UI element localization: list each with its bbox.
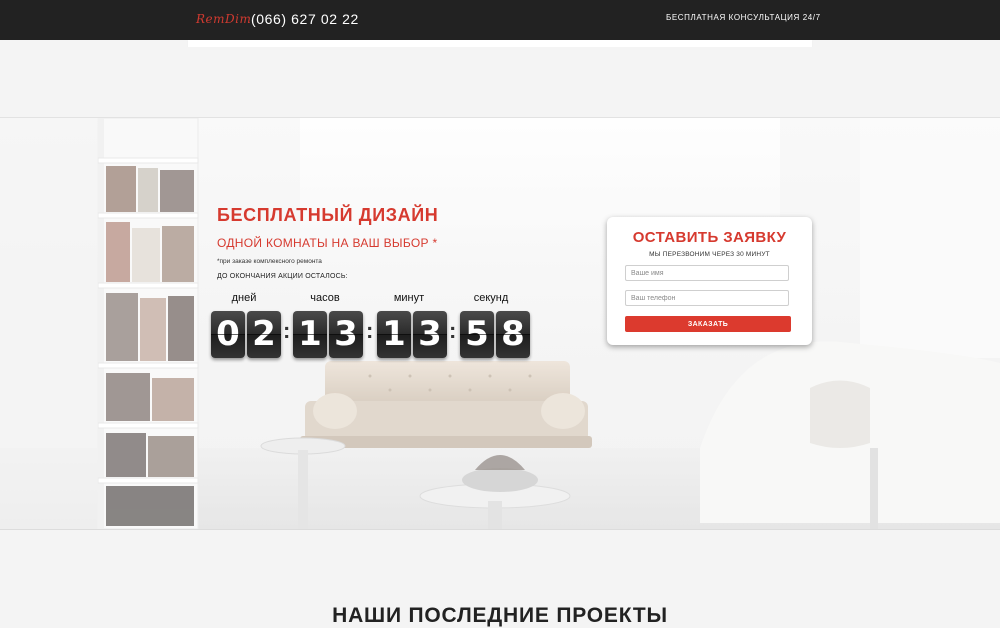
upper-spacer xyxy=(0,47,1000,117)
top-bar xyxy=(0,0,1000,40)
countdown-digit-days-1: 0 xyxy=(211,311,245,358)
countdown-digit-days-2: 2 xyxy=(247,311,281,358)
form-title: ОСТАВИТЬ ЗАЯВКУ xyxy=(632,229,787,246)
countdown-separator: : xyxy=(283,318,291,343)
promo-title: БЕСПЛАТНЫЙ ДИЗАЙН xyxy=(217,205,439,225)
countdown-digit-seconds-2: 8 xyxy=(496,311,530,358)
countdown-label-days: дней xyxy=(231,292,257,304)
order-button[interactable]: ЗАКАЗАТЬ xyxy=(625,316,791,332)
form-subtitle: МЫ ПЕРЕЗВОНИМ ЧЕРЕЗ 30 МИНУТ xyxy=(649,251,770,258)
countdown-separator: : xyxy=(366,318,374,343)
countdown-label-minutes: минут xyxy=(393,292,425,304)
countdown-label-hours: часов xyxy=(310,292,340,304)
promo-subtitle: ОДНОЙ КОМНАТЫ НА ВАШ ВЫБОР * xyxy=(217,236,438,250)
countdown-digit-seconds-1: 5 xyxy=(460,311,494,358)
name-input[interactable] xyxy=(625,265,789,281)
countdown-label-seconds: секунд xyxy=(473,292,509,304)
countdown-separator: : xyxy=(449,318,457,343)
countdown-digit-hours-2: 3 xyxy=(329,311,363,358)
nav-strip xyxy=(188,40,812,47)
countdown-digit-hours-1: 1 xyxy=(293,311,327,358)
countdown-digit-minutes-2: 3 xyxy=(413,311,447,358)
consultation-text: БЕСПЛАТНАЯ КОНСУЛЬТАЦИЯ 24/7 xyxy=(666,13,821,22)
logo[interactable]: RemDim xyxy=(196,12,251,26)
projects-heading: НАШИ ПОСЛЕДНИЕ ПРОЕКТЫ xyxy=(332,604,668,627)
phone-input[interactable] xyxy=(625,290,789,306)
countdown-digit-minutes-1: 1 xyxy=(377,311,411,358)
countdown-caption: ДО ОКОНЧАНИЯ АКЦИИ ОСТАЛОСЬ: xyxy=(217,273,348,280)
promo-footnote: *при заказе комплексного ремонта xyxy=(217,258,322,265)
phone-number[interactable]: (066) 627 02 22 xyxy=(251,11,359,27)
